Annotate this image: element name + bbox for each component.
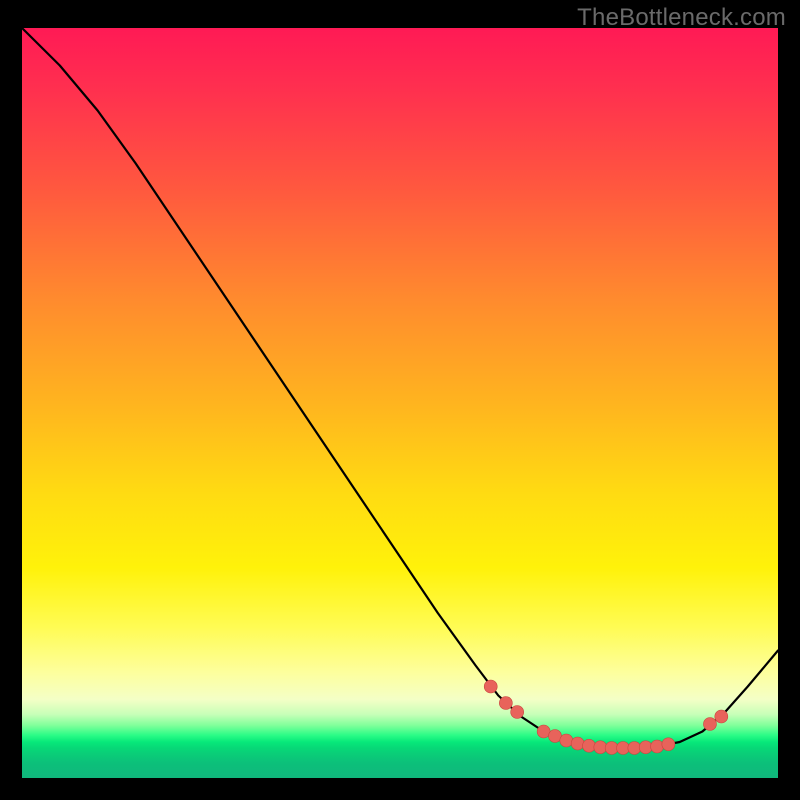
- bottleneck-curve-line: [22, 28, 778, 748]
- highlight-marker: [703, 718, 716, 731]
- plot-area: [22, 28, 778, 778]
- highlight-marker: [560, 734, 573, 747]
- watermark-text: TheBottleneck.com: [577, 4, 786, 32]
- highlight-marker: [662, 738, 675, 751]
- highlight-marker: [571, 737, 584, 750]
- highlight-marker: [651, 740, 664, 753]
- highlight-marker: [583, 739, 596, 752]
- highlight-markers-group: [484, 680, 728, 755]
- highlight-marker: [594, 741, 607, 754]
- chart-svg: [22, 28, 778, 778]
- highlight-marker: [511, 706, 524, 719]
- highlight-marker: [484, 680, 497, 693]
- highlight-marker: [639, 741, 652, 754]
- highlight-marker: [628, 742, 641, 755]
- highlight-marker: [715, 710, 728, 723]
- highlight-marker: [499, 697, 512, 710]
